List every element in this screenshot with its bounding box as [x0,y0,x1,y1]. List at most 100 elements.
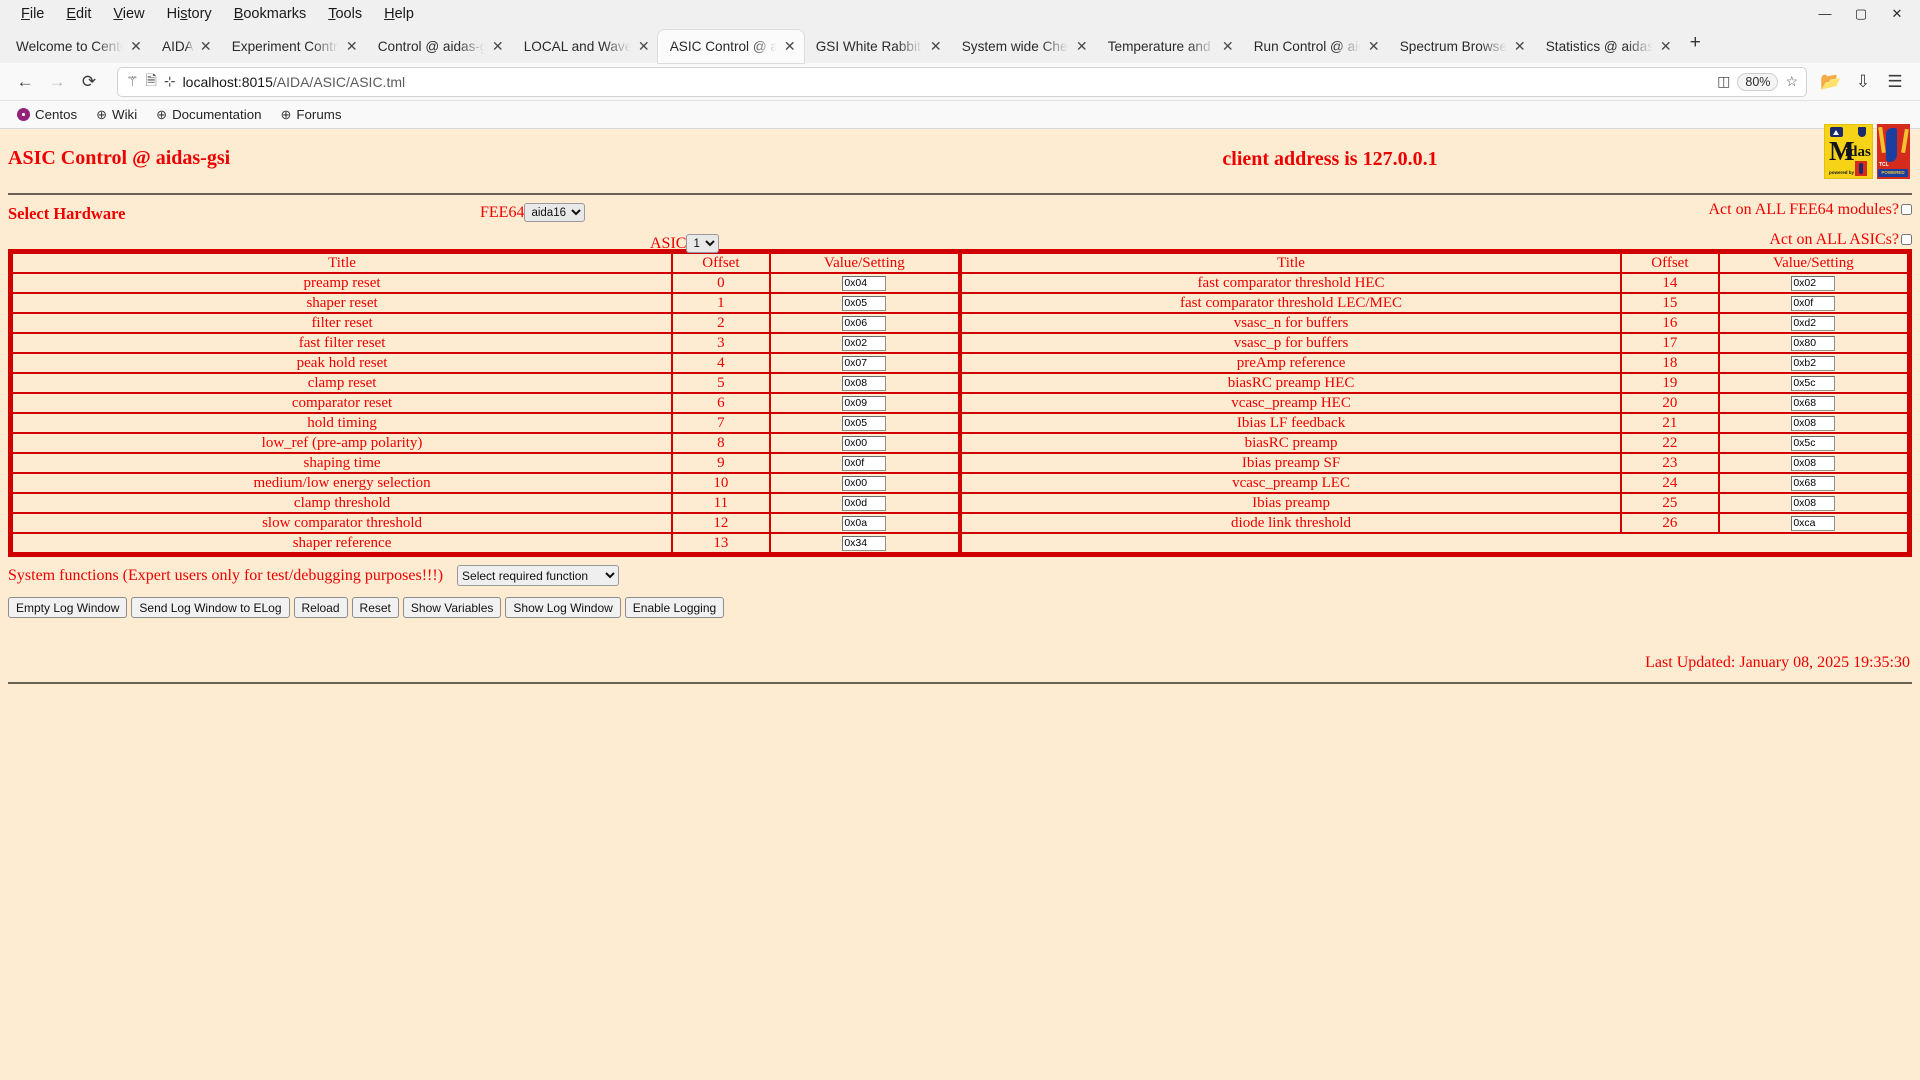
action-button[interactable]: Reload [293,597,348,618]
tab-close-icon[interactable]: ✕ [782,38,798,55]
back-icon[interactable]: ← [9,67,41,97]
menu-edit[interactable]: Edit [55,4,102,24]
minimize-icon[interactable]: — [1808,1,1842,27]
tab-label: Temperature and s [1107,39,1216,54]
browser-tab[interactable]: Temperature and s ✕ [1096,30,1242,63]
bookmark-star-icon[interactable]: ☆ [1785,73,1798,90]
bookmark-item[interactable]: ⊕ Wiki [89,105,144,125]
browser-chrome: File Edit View History Bookmarks Tools H… [0,0,1920,129]
table-header-row: Title Offset Value/Setting [10,252,961,274]
system-function-select[interactable]: Select required function [457,565,620,586]
register-value-input[interactable] [842,475,887,491]
bookmark-item[interactable]: Centos [10,105,84,124]
browser-tab[interactable]: Spectrum Browser ✕ [1388,30,1534,63]
register-value-input[interactable] [842,535,887,551]
register-value-input[interactable] [1791,275,1836,291]
tab-close-icon[interactable]: ✕ [344,38,360,55]
tab-close-icon[interactable]: ✕ [1658,38,1674,55]
menu-bookmarks[interactable]: Bookmarks [223,4,318,24]
address-bar[interactable]: ⚚ 🗎 ⊹ localhost:8015/AIDA/ASIC/ASIC.tml … [117,66,1807,97]
table-row: diode link threshold 26 [959,512,1910,534]
browser-tab[interactable]: Run Control @ aida ✕ [1242,30,1388,63]
table-row: slow comparator threshold 12 [10,512,961,534]
pocket-icon[interactable]: 📂 [1815,67,1847,97]
tab-close-icon[interactable]: ✕ [128,38,144,55]
register-title: Ibias LF feedback [959,412,1623,434]
tab-close-icon[interactable]: ✕ [490,38,506,55]
register-value-input[interactable] [842,355,887,371]
tab-close-icon[interactable]: ✕ [1220,38,1236,55]
tab-close-icon[interactable]: ✕ [1074,38,1090,55]
menu-tools[interactable]: Tools [317,4,373,24]
action-button[interactable]: Reset [351,597,399,618]
downloads-icon[interactable]: ⇩ [1847,67,1879,97]
new-tab-button[interactable]: + [1680,32,1711,58]
action-button[interactable]: Send Log Window to ELog [131,597,290,618]
browser-tab[interactable]: Control @ aidas-gs ✕ [366,30,512,63]
action-button[interactable]: Empty Log Window [8,597,128,618]
register-value-input[interactable] [842,315,887,331]
menu-history[interactable]: History [156,4,223,24]
reload-icon[interactable]: ⟳ [73,67,105,97]
tab-label: Run Control @ aida [1253,39,1362,54]
register-value-input[interactable] [842,455,887,471]
register-value-input[interactable] [842,515,887,531]
register-value-input[interactable] [1791,295,1836,311]
forward-icon[interactable]: → [41,67,73,97]
register-value-input[interactable] [1791,475,1836,491]
tab-close-icon[interactable]: ✕ [198,38,214,55]
browser-tab[interactable]: LOCAL and Wavefo ✕ [512,30,658,63]
bookmark-item[interactable]: ⊕ Forums [274,105,349,125]
close-icon[interactable]: ✕ [1880,1,1914,27]
browser-tab[interactable]: Welcome to CentO ✕ [4,30,150,63]
browser-tab[interactable]: AIDA ✕ [150,30,220,63]
register-value-input[interactable] [842,375,887,391]
register-value-input[interactable] [1791,355,1836,371]
register-value-input[interactable] [1791,395,1836,411]
reader-view-icon[interactable]: ◫ [1717,73,1730,90]
fee64-select[interactable]: aida16 [524,203,586,222]
register-value-input[interactable] [1791,335,1836,351]
menu-view[interactable]: View [102,4,155,24]
action-button[interactable]: Enable Logging [624,597,725,618]
maximize-icon[interactable]: ▢ [1844,1,1878,27]
action-button[interactable]: Show Log Window [505,597,621,618]
browser-tab[interactable]: GSI White Rabbit T ✕ [804,30,950,63]
act-all-fee64-checkbox[interactable] [1901,204,1912,215]
browser-tab[interactable]: ASIC Control @ aid ✕ [657,30,804,63]
register-value-input[interactable] [1791,315,1836,331]
register-value-input[interactable] [842,435,887,451]
tab-close-icon[interactable]: ✕ [636,38,652,55]
menu-file[interactable]: File [10,4,55,24]
register-value-input[interactable] [1791,455,1836,471]
register-value-input[interactable] [842,395,887,411]
page-content: ASIC Control @ aidas-gsi client address … [0,124,1920,1022]
menu-help[interactable]: Help [373,4,425,24]
register-value-input[interactable] [842,295,887,311]
register-value-input[interactable] [1791,435,1836,451]
register-value-input[interactable] [842,415,887,431]
register-title: fast filter reset [10,332,674,354]
permissions-icon[interactable]: ⊹ [164,73,176,90]
register-value-input[interactable] [842,275,887,291]
browser-tab[interactable]: Experiment Contro ✕ [220,30,366,63]
asic-select[interactable]: 1 [686,234,720,253]
register-value-input[interactable] [842,335,887,351]
table-row: vsasc_p for buffers 17 [959,332,1910,354]
bookmark-item[interactable]: ⊕ Documentation [149,105,268,125]
act-all-asics-checkbox[interactable] [1901,234,1912,245]
browser-tab[interactable]: Statistics @ aidas ✕ [1534,30,1680,63]
browser-tab[interactable]: System wide Check ✕ [950,30,1096,63]
tab-close-icon[interactable]: ✕ [1512,38,1528,55]
app-menu-icon[interactable]: ☰ [1879,67,1911,97]
logo-group: Midas powered by TCL POWERED [1824,124,1910,179]
tab-close-icon[interactable]: ✕ [1366,38,1382,55]
register-value-input[interactable] [1791,515,1836,531]
register-value-input[interactable] [1791,495,1836,511]
register-value-input[interactable] [842,495,887,511]
action-button[interactable]: Show Variables [402,597,502,618]
zoom-level-badge[interactable]: 80% [1737,72,1779,91]
register-value-input[interactable] [1791,415,1836,431]
register-value-input[interactable] [1791,375,1836,391]
tab-close-icon[interactable]: ✕ [928,38,944,55]
